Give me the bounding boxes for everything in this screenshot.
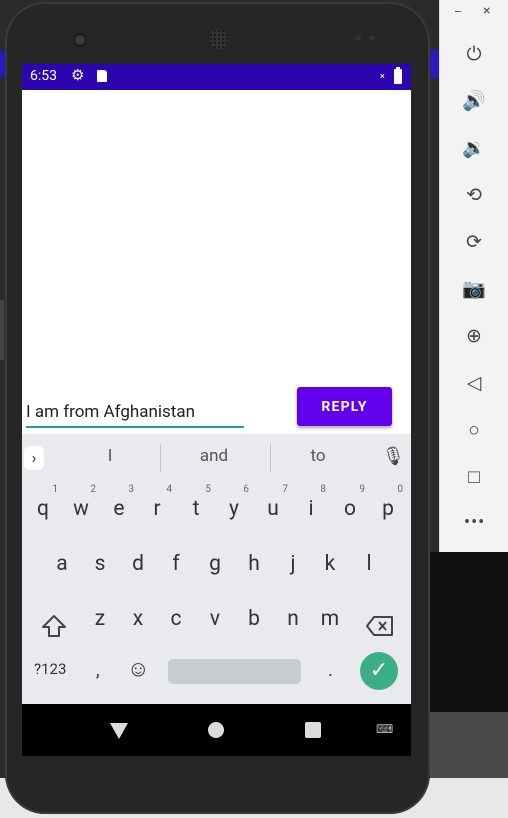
microphone-icon[interactable]: 🎙 [382,446,405,467]
more-icon[interactable]: ••• [464,512,485,533]
key-x[interactable]: x [121,596,155,642]
overview-icon[interactable]: □ [462,465,486,489]
key-a[interactable]: a [45,541,79,587]
space-key[interactable] [168,659,301,684]
emoji-icon[interactable]: ☺ [127,656,149,682]
status-bar: 6:53 ⚙ × [22,64,411,90]
key-s[interactable]: s [83,541,117,587]
sd-card-icon [97,70,107,82]
front-camera [75,35,85,45]
comma-key[interactable]: , [96,660,100,681]
suggestion-bar: › I and to 🎙 [22,434,411,482]
shift-icon[interactable] [40,612,68,640]
navigation-bar: ⌨ [22,704,411,756]
key-v[interactable]: v [198,596,232,642]
key-n[interactable]: n [276,596,310,642]
nav-recents-icon[interactable] [305,722,321,738]
backspace-icon[interactable] [365,614,395,638]
light-sensor [369,35,375,41]
home-icon[interactable]: ○ [462,418,486,442]
status-time: 6:53 [30,68,57,84]
camera-icon[interactable]: 📷 [462,277,486,301]
zoom-icon[interactable]: ⊕ [462,324,486,348]
volume-up-icon[interactable]: 🔊 [462,89,486,113]
rotate-left-icon[interactable]: ⟲ [462,183,486,207]
key-r[interactable]: r4 [140,484,174,532]
key-i[interactable]: i8 [294,484,328,532]
key-d[interactable]: d [121,541,155,587]
key-z[interactable]: z [83,596,117,642]
key-f[interactable]: f [159,541,193,587]
soft-keyboard: › I and to 🎙 q1 w2 e3 r4 t5 y6 u7 i8 o9 … [22,434,411,704]
phone-screen: 6:53 ⚙ × REPLY › I and to 🎙 q1 w2 e3 r4 … [22,64,411,756]
desktop-panel [429,552,508,712]
key-k[interactable]: k [313,541,347,587]
key-b[interactable]: b [237,596,271,642]
key-e[interactable]: e3 [102,484,136,532]
nav-home-icon[interactable] [208,722,224,738]
suggestion-divider [160,444,161,472]
key-m[interactable]: m [313,596,347,642]
key-o[interactable]: o9 [333,484,367,532]
battery-icon [394,67,402,84]
key-t[interactable]: t5 [179,484,213,532]
power-icon[interactable]: ⏻ [462,42,486,66]
suggestion-2[interactable]: and [174,446,254,466]
symbols-key[interactable]: ?123 [34,660,66,678]
settings-gear-icon: ⚙ [71,66,85,84]
no-signal-icon: × [380,72,385,82]
keyboard-switch-icon[interactable]: ⌨ [376,722,393,736]
message-input[interactable] [26,398,244,428]
volume-down-icon[interactable]: 🔉 [462,136,486,160]
desktop-panel-gray [429,712,508,778]
earpiece-speaker [209,29,229,49]
reply-button[interactable]: REPLY [297,387,392,426]
chevron-right-icon[interactable]: › [24,446,44,470]
suggestion-1[interactable]: I [70,446,150,466]
checkmark-icon[interactable]: ✓ [360,652,398,690]
key-p[interactable]: p0 [371,484,405,532]
key-c[interactable]: c [159,596,193,642]
nav-back-icon[interactable] [110,723,128,739]
suggestion-divider [270,444,271,472]
key-g[interactable]: g [198,541,232,587]
key-j[interactable]: j [276,541,310,587]
key-y[interactable]: y6 [217,484,251,532]
key-q[interactable]: q1 [26,484,60,532]
desktop-edge [0,300,4,360]
rotate-right-icon[interactable]: ⟳ [462,230,486,254]
app-content [22,90,411,434]
minimize-button[interactable]: – [454,5,462,19]
period-key[interactable]: . [328,660,333,681]
emulator-toolbar: – × ⏻ 🔊 🔉 ⟲ ⟳ 📷 ⊕ ◁ ○ □ ••• [439,0,508,552]
suggestion-3[interactable]: to [278,446,358,466]
key-h[interactable]: h [237,541,271,587]
key-l[interactable]: l [352,541,386,587]
key-w[interactable]: w2 [64,484,98,532]
proximity-sensor [355,35,361,41]
close-button[interactable]: × [483,3,490,19]
back-icon[interactable]: ◁ [462,371,486,395]
key-u[interactable]: u7 [256,484,290,532]
